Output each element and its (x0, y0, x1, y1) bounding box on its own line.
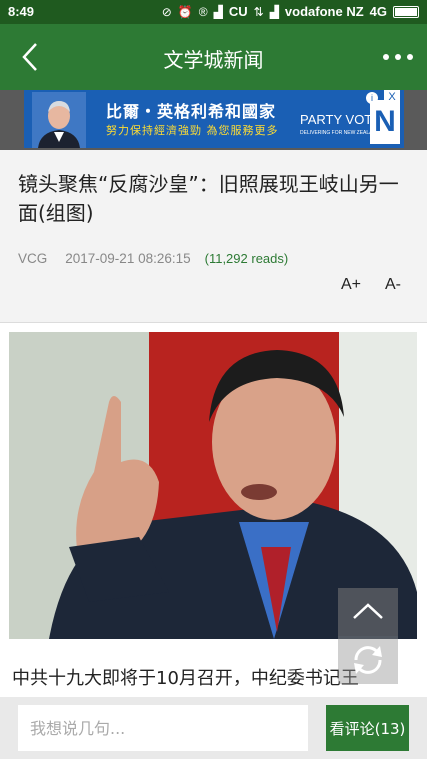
status-bar: 8:49 ⊘ ⏰ ® ▟ CU ⇅ ▟ vodafone NZ 4G (0, 0, 427, 24)
carrier-short: CU (228, 4, 248, 19)
article-source: VCG (18, 251, 48, 266)
status-time: 8:49 (8, 4, 35, 19)
refresh-button[interactable] (338, 636, 398, 684)
refresh-icon (354, 646, 382, 674)
page-title: 文学城新闻 (163, 48, 264, 72)
registered-icon: ® (198, 4, 208, 19)
article-meta: VCG 2017-09-21 08:26:15 (11,292 reads) (18, 251, 288, 266)
network-type: 4G (369, 4, 387, 19)
article-headline: 镜头聚焦“反腐沙皇”：旧照展现王岐山另一面(组图) (18, 172, 399, 225)
article-datetime: 2017-09-21 08:26:15 (65, 251, 191, 266)
comment-input[interactable] (18, 705, 308, 751)
ad-portrait-image (32, 92, 86, 148)
alarm-icon: ⏰ (177, 4, 193, 19)
app-bar: 文学城新闻 (0, 24, 427, 90)
more-button[interactable] (383, 44, 413, 70)
ad-party-vote: PARTY VOTE DELIVERING FOR NEW ZEALANDERS (300, 112, 390, 136)
mute-icon: ⊘ (161, 4, 172, 19)
status-icons: ⊘ ⏰ ® ▟ CU ⇅ ▟ vodafone NZ 4G (162, 4, 419, 19)
signal-icon-2: ▟ (269, 4, 279, 19)
article-reads: (11,292 reads) (204, 251, 289, 266)
data-transfer-icon: ⇅ (253, 4, 264, 19)
carrier-name: vodafone NZ (284, 4, 364, 19)
font-decrease-button[interactable]: A- (385, 276, 401, 294)
scroll-top-button[interactable] (338, 588, 398, 636)
ad-headline: 比爾・英格利希和國家 (106, 102, 277, 121)
font-increase-button[interactable]: A+ (341, 276, 361, 294)
ad-logo: N (370, 100, 400, 144)
ad-banner[interactable]: 比爾・英格利希和國家 努力保持經濟強勁 為您服務更多 PARTY VOTE DE… (24, 90, 404, 148)
ad-close-icon[interactable]: X (384, 90, 400, 104)
signal-icon: ▟ (213, 4, 223, 19)
more-dots-icon (383, 54, 389, 60)
ad-info-icon[interactable]: i (366, 92, 378, 104)
article-header: 镜头聚焦“反腐沙皇”：旧照展现王岐山另一面(组图) VCG 2017-09-21… (0, 150, 427, 323)
font-size-controls: A+ A- (341, 276, 401, 294)
ad-subline: 努力保持經濟強勁 為您服務更多 (106, 124, 279, 137)
bottom-bar: 看评论(13) (0, 697, 427, 759)
view-comments-button[interactable]: 看评论(13) (326, 705, 409, 751)
ad-party-text: PARTY VOTE (300, 112, 381, 127)
chevron-up-icon (353, 603, 383, 619)
battery-icon (393, 5, 419, 18)
